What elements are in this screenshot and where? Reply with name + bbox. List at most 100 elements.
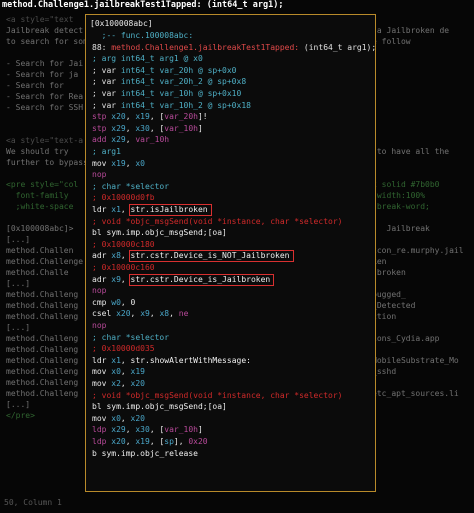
disasm-token: sym.imp.objc_msgSend	[106, 228, 203, 238]
disasm-line[interactable]: csel x20, x9, x8, ne	[92, 308, 188, 319]
disasm-token: ,	[120, 367, 131, 377]
disasm-token: ; var	[92, 89, 121, 98]
disasm-token: ; char *selector	[92, 332, 170, 342]
disasm-line[interactable]: ; var int64_t var_10h_2 @ sp+0x18	[92, 100, 251, 111]
disasm-line[interactable]: mov x0, x19	[92, 366, 145, 377]
disasm-token: nop	[92, 321, 107, 330]
disasm-token: x9	[140, 309, 150, 319]
disasm-token: x0	[111, 367, 121, 377]
string-highlight-box	[128, 273, 275, 286]
disasm-token: ;[oa]	[202, 228, 227, 238]
disasm-token: int64_t var_10h_2 @ sp+0x18	[120, 100, 251, 110]
disasm-token: method.Challenge1.jailbreakTest1Tapped:	[111, 42, 300, 52]
disasm-token: , 0	[120, 297, 136, 307]
disasm-token: sym.imp.objc_release	[101, 448, 198, 458]
disasm-token: ldr	[92, 355, 112, 365]
disasm-line[interactable]: ; var int64_t var_10h @ sp+0x10	[92, 88, 241, 99]
disasm-token: x0	[111, 413, 121, 423]
disasm-token: ; void *objc_msgSend(void *instance, cha…	[92, 390, 343, 400]
disasm-token: , [	[149, 425, 165, 435]
disasm-token: ; 0x10000c160	[92, 263, 155, 272]
disasm-token: ],	[173, 437, 189, 446]
disasm-token: stp	[92, 123, 112, 133]
disasm-token: mov	[92, 379, 112, 388]
disasm-token: csel	[92, 309, 117, 319]
disasm-token: sp	[164, 437, 174, 446]
disasm-line[interactable]: nop	[92, 320, 106, 331]
disasm-token: bl	[92, 402, 107, 412]
disasm-line[interactable]: mov x19, x0	[92, 158, 145, 169]
disasm-token: adr	[92, 251, 112, 261]
disasm-token: ldr	[92, 205, 112, 214]
disasm-token: var_10h	[164, 123, 198, 133]
disasm-token: sym.imp.objc_msgSend	[106, 402, 203, 412]
disasm-line[interactable]: ; char *selector	[92, 332, 169, 343]
disasm-token: x29	[111, 135, 126, 145]
disasm-line[interactable]: ; arg1	[92, 146, 121, 157]
disasm-line[interactable]: ; var int64_t var_20h @ sp+0x0	[92, 65, 237, 76]
disasm-line[interactable]: cmp w0, 0	[92, 297, 135, 308]
disasm-token: nop	[92, 170, 107, 180]
disasm-token: ; 0x10000c180	[92, 239, 155, 249]
disasm-token: ,	[125, 437, 136, 446]
disasm-line[interactable]: ; void *objc_msgSend(void *instance, cha…	[92, 390, 342, 401]
disasm-token: b	[92, 448, 102, 458]
disasm-line[interactable]: ; var int64_t var_20h_2 @ sp+0x8	[92, 76, 246, 87]
disasm-token: x8	[111, 251, 121, 261]
string-highlight-box	[128, 204, 212, 216]
disasm-line[interactable]: ; 0x10000d035	[92, 343, 155, 354]
disasm-token: x1	[111, 355, 121, 365]
panel-header: [0x100008abc]	[90, 19, 153, 28]
disasm-line[interactable]: ; char *selector	[92, 181, 169, 192]
disasm-line[interactable]: ldr x1, str.showAlertWithMessage:	[92, 355, 251, 366]
disasm-token: ; void *objc_msgSend(void *instance, cha…	[92, 216, 343, 226]
disasm-line[interactable]: mov x2, x20	[92, 378, 145, 389]
disasm-line[interactable]: ldp x20, x19, [sp], 0x20	[92, 436, 208, 447]
disasm-token: stp	[92, 112, 112, 122]
disasm-line[interactable]: ldp x29, x30, [var_10h]	[92, 424, 203, 435]
disasm-token: ldp	[92, 425, 112, 435]
disasm-token: x30	[135, 425, 150, 435]
disasm-line[interactable]: nop	[92, 285, 106, 296]
disasm-token: , [	[149, 123, 165, 133]
disasm-token: ,	[125, 135, 136, 145]
disasm-token: , [	[149, 437, 165, 446]
disasm-line[interactable]: stp x29, x30, [var_10h]	[92, 123, 203, 134]
disasm-token: x19	[111, 158, 126, 168]
disasm-token: cmp	[92, 297, 112, 307]
disasm-token: ]	[197, 425, 203, 435]
disasm-line[interactable]: ; arg int64_t arg1 @ x0	[92, 53, 203, 64]
disasm-line[interactable]: add x29, var_10h	[92, 134, 169, 145]
disasm-token: ]!	[197, 112, 208, 122]
disasm-line[interactable]: 88: method.Challenge1.jailbreakTest1Tapp…	[92, 42, 375, 53]
disasm-token: x29	[111, 425, 126, 435]
disasm-token: mov	[92, 413, 112, 423]
disasm-line[interactable]: bl sym.imp.objc_msgSend;[oa]	[92, 227, 227, 238]
disasm-token: x20	[111, 112, 126, 122]
disasm-token: mov	[92, 158, 112, 168]
disasm-token: 88:	[92, 42, 112, 52]
disassembly-panel[interactable]: [0x100008abc] ;-- func.100008abc: 88: met…	[85, 14, 376, 492]
disasm-line[interactable]: b sym.imp.objc_release	[92, 448, 198, 459]
disasm-line[interactable]: ;-- func.100008abc:	[92, 30, 194, 41]
disasm-token: ,	[125, 158, 136, 168]
disasm-token: ]	[197, 123, 203, 133]
disasm-line[interactable]: nop	[92, 169, 106, 180]
disasm-token: x0	[135, 158, 145, 168]
status-bar: 50, Column 1	[4, 498, 62, 507]
disasm-token: x19	[135, 112, 150, 122]
disasm-token: x30	[135, 123, 150, 133]
disasm-token: str.showAlertWithMessage:	[130, 355, 251, 365]
disasm-token: var_10h	[164, 425, 198, 435]
disasm-token: add	[92, 135, 112, 145]
disasm-line[interactable]: ; 0x10000c160	[92, 262, 155, 273]
disasm-token: ;-- func.100008abc:	[92, 31, 194, 40]
disasm-line[interactable]: ; 0x10000d0fb	[92, 192, 155, 203]
disasm-token: ,	[169, 309, 179, 319]
disasm-line[interactable]: ; 0x10000c180	[92, 239, 155, 250]
disasm-line[interactable]: mov x0, x20	[92, 413, 145, 424]
disasm-token: var_10h	[135, 135, 170, 145]
disasm-line[interactable]: stp x20, x19, [var_20h]!	[92, 111, 208, 122]
disasm-line[interactable]: ; void *objc_msgSend(void *instance, cha…	[92, 216, 342, 227]
disasm-line[interactable]: bl sym.imp.objc_msgSend;[oa]	[92, 401, 227, 412]
